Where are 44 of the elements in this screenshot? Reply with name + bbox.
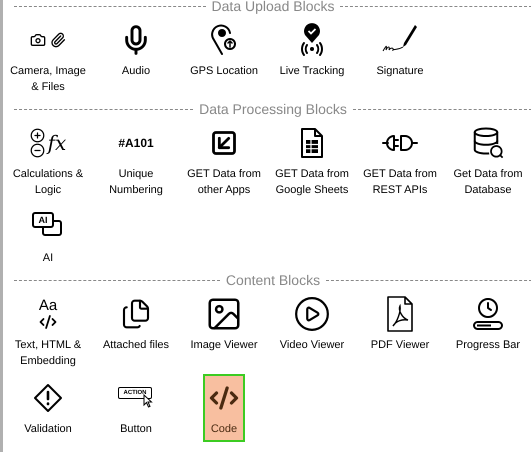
database-icon: [470, 126, 501, 156]
cursor-icon: [143, 394, 153, 408]
block-tile[interactable]: Validation: [18, 374, 78, 442]
block-tile[interactable]: Attached files: [96, 290, 176, 374]
arrow-in-square-icon: [210, 129, 238, 157]
block-tile[interactable]: Image Viewer: [184, 290, 264, 374]
letters-symbol: Aa: [38, 298, 58, 312]
fx-symbol: fx: [48, 133, 66, 153]
block-tile[interactable]: Aa Text, HTML & Embedding: [8, 290, 88, 374]
camera-icon: [30, 32, 46, 48]
block-tile[interactable]: GET Data from REST APIs: [357, 119, 443, 203]
plug-connector-icon: [382, 133, 418, 153]
location-signal-icon: [300, 23, 324, 57]
map-pin-upload-icon: [211, 24, 237, 56]
block-tile[interactable]: Audio: [114, 16, 158, 100]
plus-circle-icon: [30, 128, 45, 143]
number-symbol: #A101: [118, 135, 154, 152]
block-tile[interactable]: GPS Location: [184, 16, 264, 100]
block-tile[interactable]: #A101 Unique Numbering: [103, 119, 169, 203]
paperclip-icon: [50, 32, 66, 48]
section-heading: Content Blocks: [226, 273, 320, 287]
section-heading: Data Processing Blocks: [199, 102, 347, 116]
section-heading: Data Upload Blocks: [212, 0, 334, 13]
block-tile[interactable]: AI AI: [26, 203, 70, 271]
pdf-file-icon: [386, 296, 414, 332]
block-tile[interactable]: fx Calculations & Logic: [6, 119, 90, 203]
block-tile[interactable]: Code: [203, 374, 245, 442]
code-icon: [38, 312, 57, 330]
block-tile[interactable]: GET Data from Google Sheets: [269, 119, 355, 203]
search-icon: [488, 144, 505, 160]
block-tile[interactable]: PDF Viewer: [364, 290, 436, 374]
block-tile[interactable]: GET Data from other Apps: [181, 119, 267, 203]
block-tile[interactable]: Signature: [370, 16, 430, 100]
clock-progress-icon: [472, 297, 504, 331]
ai-symbol: AI: [38, 216, 48, 224]
block-tile[interactable]: Live Tracking: [274, 16, 350, 100]
minus-circle-icon: [30, 143, 45, 158]
block-tile[interactable]: Get Data from Database: [447, 119, 529, 203]
block-tile[interactable]: Camera, Image & Files: [4, 16, 92, 100]
warning-diamond-icon: [33, 383, 63, 413]
block-tile[interactable]: Video Viewer: [274, 290, 350, 374]
play-circle-icon: [292, 295, 331, 333]
spreadsheet-file-icon: [300, 128, 324, 158]
block-tile[interactable]: Progress Bar: [450, 290, 526, 374]
